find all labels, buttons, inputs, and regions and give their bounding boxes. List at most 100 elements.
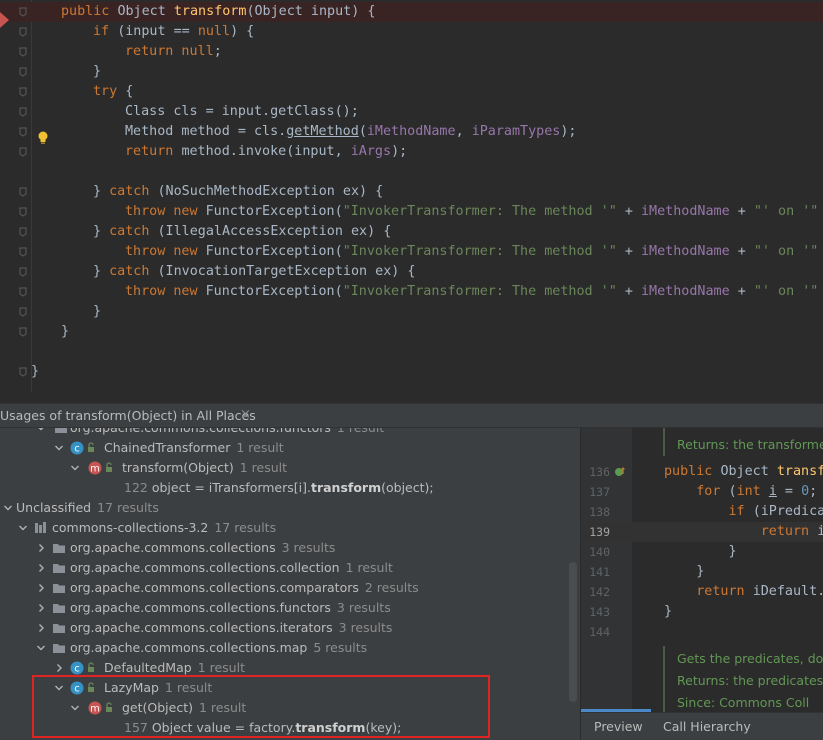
tree-node-label: transform(Object) 1 result	[122, 458, 287, 478]
panel-splitter[interactable]	[0, 392, 823, 404]
code-line[interactable]: throw new FunctorException("InvokerTrans…	[0, 282, 823, 302]
library-icon	[35, 522, 46, 533]
fold-marker-icon[interactable]	[19, 67, 27, 77]
preview-code-line[interactable]: 137 for (int i = 0;	[582, 482, 823, 502]
code-token: catch	[109, 184, 158, 199]
fold-marker-icon[interactable]	[19, 367, 27, 377]
chevron-down-icon[interactable]	[70, 458, 80, 478]
preview-code-line[interactable]: 143}	[582, 602, 823, 622]
tree-node[interactable]: org.apache.commons.collections.functors 3…	[0, 598, 580, 618]
tree-node[interactable]: org.apache.commons.collections.iterators…	[0, 618, 580, 638]
code-token: catch	[109, 264, 158, 279]
fold-marker-icon[interactable]	[19, 287, 27, 297]
node-name: org.apache.commons.collections.iterators	[70, 620, 333, 635]
fold-marker-icon[interactable]	[19, 27, 27, 37]
tree-node-label: ChainedTransformer 1 result	[104, 438, 284, 458]
fold-marker-icon[interactable]	[19, 87, 27, 97]
tree-node[interactable]: org.apache.commons.collections.comparato…	[0, 578, 580, 598]
preview-code-text: return i	[664, 522, 823, 542]
fold-marker-icon[interactable]	[19, 187, 27, 197]
fold-marker-icon[interactable]	[19, 207, 27, 217]
code-line[interactable]: } catch (NoSuchMethodException ex) {	[0, 182, 823, 202]
fold-marker-icon[interactable]	[19, 327, 27, 337]
tab-call-hierarchy[interactable]: Call Hierarchy	[663, 719, 751, 734]
code-line[interactable]: }	[0, 62, 823, 82]
close-icon[interactable]: ×	[240, 407, 251, 422]
chevron-right-icon[interactable]	[36, 598, 46, 618]
preview-code-line[interactable]: 141 }	[582, 562, 823, 582]
svg-text:c: c	[74, 664, 80, 675]
code-editor[interactable]: public Object transform(Object input) {i…	[0, 0, 823, 392]
fold-marker-icon[interactable]	[19, 247, 27, 257]
fold-marker-icon[interactable]	[19, 47, 27, 57]
code-token: i	[768, 484, 777, 499]
code-line[interactable]: return method.invoke(input, iArgs);	[0, 142, 823, 162]
chevron-down-icon[interactable]	[54, 438, 64, 458]
result-count: 17 results	[97, 500, 159, 515]
code-line[interactable]: throw new FunctorException("InvokerTrans…	[0, 202, 823, 222]
tab-preview[interactable]: Preview	[594, 719, 643, 734]
code-line[interactable]	[0, 342, 823, 362]
tree-node[interactable]: commons-collections-3.2 17 results	[0, 518, 580, 538]
preview-code-line[interactable]: 138 if (iPredica	[582, 502, 823, 522]
code-line[interactable]: }	[0, 302, 823, 322]
tree-node[interactable]: Unclassified 17 results	[0, 498, 580, 518]
code-line[interactable]	[0, 162, 823, 182]
code-line[interactable]: } catch (InvocationTargetException ex) {	[0, 262, 823, 282]
code-line[interactable]: Class cls = input.getClass();	[0, 102, 823, 122]
code-line[interactable]: public Object transform(Object input) {	[0, 2, 823, 22]
code-line[interactable]: if (input == null) {	[0, 22, 823, 42]
tree-node[interactable]: org.apache.commons.collections.functors 1…	[0, 428, 580, 438]
tree-node[interactable]: org.apache.commons.collections 3 results	[0, 538, 580, 558]
chevron-down-icon[interactable]	[36, 638, 46, 658]
active-tab-indicator	[581, 709, 651, 712]
preview-code-line[interactable]: 140 }	[582, 542, 823, 562]
tree-node[interactable]: org.apache.commons.collections.map 5 resu…	[0, 638, 580, 658]
chevron-right-icon[interactable]	[36, 618, 46, 638]
fold-marker-icon[interactable]	[19, 147, 27, 157]
preview-code-line[interactable]: 144	[582, 622, 823, 642]
tree-node[interactable]: m transform(Object) 1 result	[0, 458, 580, 478]
tree-scrollbar[interactable]	[569, 562, 577, 702]
preview-line-number: 143	[589, 605, 610, 619]
chevron-down-icon[interactable]	[18, 518, 28, 538]
code-line[interactable]: try {	[0, 82, 823, 102]
preview-code-line[interactable]: 139 return i	[582, 522, 823, 542]
tree-node[interactable]: c ChainedTransformer 1 result	[0, 438, 580, 458]
code-token: (	[358, 124, 367, 139]
override-marker-icon[interactable]	[614, 466, 626, 478]
code-line[interactable]: Method method = cls.getMethod(iMethodNam…	[0, 122, 823, 142]
usage-code-line[interactable]: 122 object = iTransformers[i].transform(…	[0, 478, 580, 498]
chevron-down-icon[interactable]	[3, 498, 13, 518]
code-line[interactable]: }	[0, 322, 823, 342]
result-count: 1 result	[197, 660, 245, 675]
preview-code-line[interactable]: 142 return iDefault.	[582, 582, 823, 602]
code-token: }	[31, 364, 40, 379]
code-token: "' on '"	[753, 204, 819, 219]
fold-marker-icon[interactable]	[19, 127, 27, 137]
fold-marker-icon[interactable]	[19, 227, 27, 237]
fold-marker-icon[interactable]	[19, 267, 27, 277]
breakpoint-icon[interactable]	[0, 12, 9, 28]
chevron-right-icon[interactable]	[36, 578, 46, 598]
chevron-down-icon[interactable]	[36, 428, 46, 438]
code-token: );	[391, 144, 408, 159]
fold-marker-icon[interactable]	[19, 307, 27, 317]
tree-node[interactable]: org.apache.commons.collections.collectio…	[0, 558, 580, 578]
result-count: 1 result	[236, 440, 284, 455]
lightbulb-icon[interactable]	[37, 130, 49, 146]
preview-code-line[interactable]: 136 public Object transf	[582, 462, 823, 482]
preview-panel[interactable]: Returns: the transforme 136 public Object …	[581, 428, 823, 712]
code-line[interactable]: } catch (IllegalAccessException ex) {	[0, 222, 823, 242]
chevron-right-icon[interactable]	[36, 538, 46, 558]
fold-marker-icon[interactable]	[19, 107, 27, 117]
fold-marker-icon[interactable]	[19, 7, 27, 17]
code-line[interactable]: return null;	[0, 42, 823, 62]
package-icon	[55, 428, 67, 433]
code-line[interactable]: }	[0, 362, 823, 382]
result-count: 3 results	[281, 540, 336, 555]
code-token: +	[616, 284, 641, 299]
code-token: Class cls = input.getClass();	[125, 104, 359, 119]
code-line[interactable]: throw new FunctorException("InvokerTrans…	[0, 242, 823, 262]
chevron-right-icon[interactable]	[36, 558, 46, 578]
